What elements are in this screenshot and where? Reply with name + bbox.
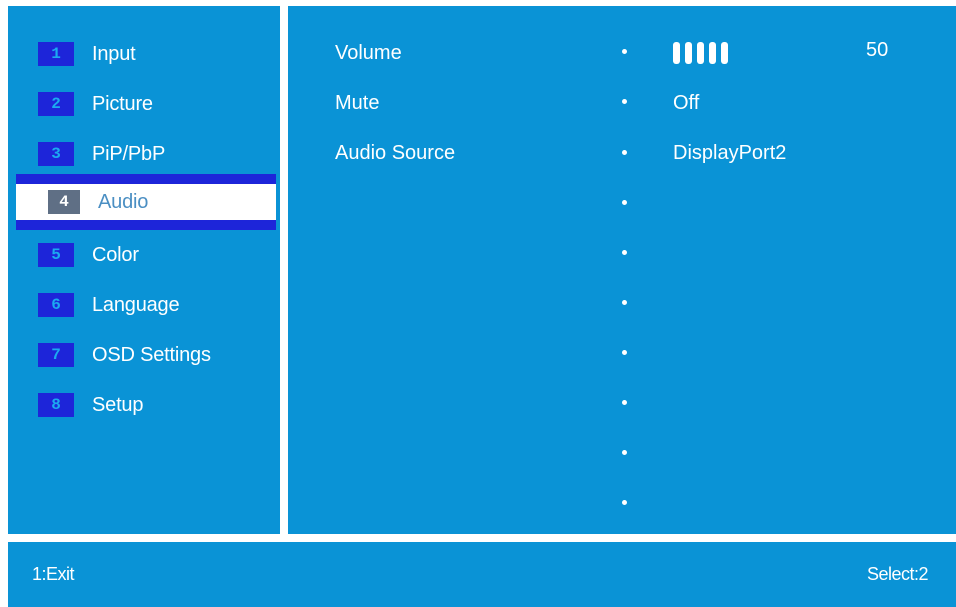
bullet-dot xyxy=(622,350,627,355)
volume-tick xyxy=(697,42,704,64)
menu-item-label: Color xyxy=(92,243,139,266)
menu-item-label: PiP/PbP xyxy=(92,142,166,165)
menu-item-color[interactable]: 5 Color xyxy=(8,230,280,280)
menu-item-label: Language xyxy=(92,293,180,316)
bullet-dot xyxy=(622,200,627,205)
menu-item-label: Setup xyxy=(92,393,144,416)
menu-item-label: Audio xyxy=(98,190,149,213)
menu-item-number: 2 xyxy=(38,92,74,116)
menu-item-label: Input xyxy=(92,42,136,65)
audio-source-value: DisplayPort2 xyxy=(673,142,787,164)
exit-hint[interactable]: 1:Exit xyxy=(32,542,75,607)
menu-item-number: 7 xyxy=(38,343,74,367)
settings-panel: Volume 50 Mute Off Audio Source DisplayP… xyxy=(288,6,956,534)
volume-tick xyxy=(673,42,680,64)
volume-tick xyxy=(721,42,728,64)
bullet-dot xyxy=(622,300,627,305)
volume-level-bar[interactable] xyxy=(673,42,728,64)
menu-item-input[interactable]: 1 Input xyxy=(8,29,280,79)
menu-item-audio[interactable]: 4 Audio xyxy=(16,174,276,230)
mute-label: Mute xyxy=(335,92,380,114)
volume-tick xyxy=(685,42,692,64)
menu-item-number: 8 xyxy=(38,393,74,417)
bullet-dot xyxy=(622,400,627,405)
volume-value: 50 xyxy=(866,39,889,61)
menu-item-pip-pbp[interactable]: 3 PiP/PbP xyxy=(8,129,280,179)
bullet-dot xyxy=(622,250,627,255)
audio-source-label: Audio Source xyxy=(335,142,456,164)
menu-item-number: 3 xyxy=(38,142,74,166)
mute-value: Off xyxy=(673,92,700,114)
menu-item-number: 5 xyxy=(38,243,74,267)
menu-item-number: 6 xyxy=(38,293,74,317)
bullet-dot xyxy=(622,49,627,54)
select-hint[interactable]: Select:2 xyxy=(867,542,929,607)
menu-item-number: 4 xyxy=(48,190,80,214)
menu-item-label: OSD Settings xyxy=(92,343,211,366)
menu-item-label: Picture xyxy=(92,92,153,115)
main-menu-panel: 1 Input 2 Picture 3 PiP/PbP 4 Audio 5 Co… xyxy=(8,6,280,534)
footer-bar: 1:Exit Select:2 xyxy=(8,542,956,607)
bullet-dot xyxy=(622,500,627,505)
bullet-dot xyxy=(622,150,627,155)
volume-label: Volume xyxy=(335,42,402,64)
menu-item-osd-settings[interactable]: 7 OSD Settings xyxy=(8,330,280,380)
osd-menu: 1 Input 2 Picture 3 PiP/PbP 4 Audio 5 Co… xyxy=(8,6,956,607)
bullet-dot xyxy=(622,450,627,455)
menu-item-number: 1 xyxy=(38,42,74,66)
menu-item-setup[interactable]: 8 Setup xyxy=(8,380,280,430)
menu-item-picture[interactable]: 2 Picture xyxy=(8,79,280,129)
bullet-dot xyxy=(622,99,627,104)
volume-tick xyxy=(709,42,716,64)
menu-item-language[interactable]: 6 Language xyxy=(8,280,280,330)
